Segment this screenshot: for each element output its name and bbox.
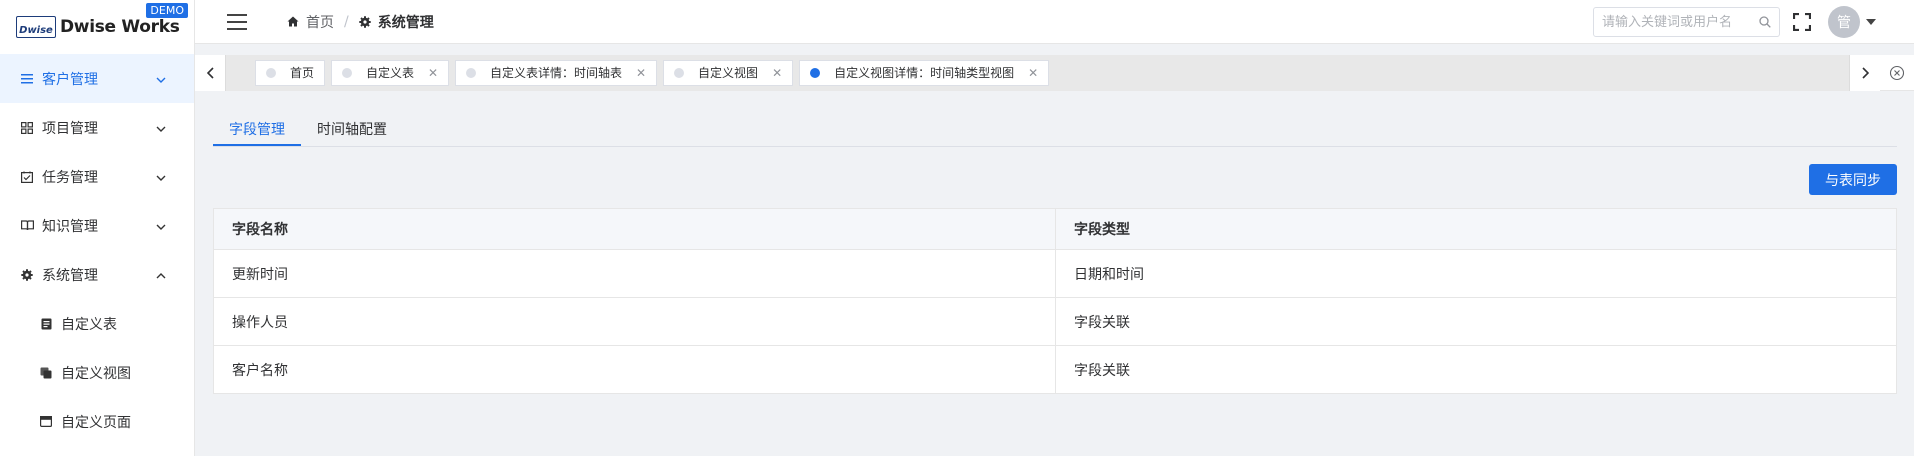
tag-label: 首页 [290, 66, 315, 80]
sidebar-item-label: 知识管理 [42, 218, 98, 235]
chevron-down-icon [156, 71, 166, 87]
breadcrumb: 首页 / 系统管理 [287, 12, 434, 32]
table-cell: 更新时间 [213, 249, 1056, 298]
home-icon [287, 16, 299, 27]
document-icon [39, 317, 53, 331]
table-cell: 操作人员 [213, 297, 1056, 346]
close-icon[interactable]: ✕ [772, 66, 782, 80]
chevron-down-icon [156, 218, 166, 234]
copy-icon [39, 366, 53, 380]
sidebar-subitem-custom-table[interactable]: 自定义表 [0, 299, 194, 348]
sidebar-item-label: 项目管理 [42, 120, 98, 137]
main-content: 字段管理 时间轴配置 与表同步 字段名称 字段类型 更新时间 日期和时间 操作人… [213, 113, 1897, 394]
top-header: 首页 / 系统管理 管 [195, 0, 1914, 44]
close-circle-icon [1889, 65, 1905, 80]
window-icon [39, 415, 53, 429]
tag-custom-view-detail[interactable]: 自定义视图详情：时间轴类型视图 ✕ [799, 59, 1050, 86]
table-header-row: 字段名称 字段类型 [213, 208, 1897, 250]
sidebar-subitem-label: 自定义视图 [61, 365, 131, 382]
sidebar-item-customer[interactable]: 客户管理 [0, 54, 194, 103]
app-title: Dwise Works [60, 17, 180, 37]
tab-field-management[interactable]: 字段管理 [213, 113, 301, 146]
fullscreen-icon[interactable] [1793, 12, 1811, 31]
menu-toggle-icon[interactable] [227, 13, 247, 30]
sidebar-subitem-custom-page[interactable]: 自定义页面 [0, 397, 194, 446]
table-cell: 字段关联 [1055, 345, 1897, 394]
chevron-up-icon [156, 267, 166, 283]
table-row[interactable]: 更新时间 日期和时间 [213, 249, 1897, 298]
list-icon [20, 72, 34, 86]
table-row[interactable]: 操作人员 字段关联 [213, 297, 1897, 346]
search-icon[interactable] [1759, 15, 1771, 28]
tag-label: 自定义视图详情：时间轴类型视图 [834, 66, 1015, 80]
table-cell: 字段关联 [1055, 297, 1897, 346]
gear-icon [359, 15, 371, 28]
table-cell: 客户名称 [213, 345, 1056, 394]
breadcrumb-current: 系统管理 [359, 12, 434, 32]
sync-with-table-button[interactable]: 与表同步 [1809, 164, 1897, 195]
tags-scroll-right[interactable] [1850, 54, 1880, 91]
tag-status-dot [810, 67, 821, 78]
table-row[interactable]: 客户名称 字段关联 [213, 345, 1897, 394]
sidebar-item-label: 系统管理 [42, 267, 98, 284]
sidebar-item-label: 任务管理 [42, 169, 98, 186]
tag-label: 自定义表 [366, 66, 415, 80]
logo-mark: Dwise [16, 16, 56, 38]
chevron-left-icon [206, 66, 214, 79]
header-right: 管 [1593, 5, 1876, 38]
tab-timeline-config[interactable]: 时间轴配置 [301, 113, 403, 146]
grid-icon [20, 121, 34, 135]
demo-badge: DEMO [146, 3, 188, 18]
sidebar-item-project[interactable]: 项目管理 [0, 103, 194, 152]
chevron-right-icon [1861, 66, 1869, 79]
search-input[interactable] [1602, 14, 1759, 29]
close-all-tags-button[interactable] [1880, 55, 1914, 91]
tag-home[interactable]: 首页 [255, 59, 326, 86]
sidebar-item-task[interactable]: 任务管理 [0, 152, 194, 201]
breadcrumb-separator: / [344, 13, 349, 30]
tag-label: 自定义表详情：时间轴表 [490, 66, 623, 80]
breadcrumb-label: 系统管理 [377, 14, 434, 31]
tag-custom-view[interactable]: 自定义视图 ✕ [663, 59, 794, 86]
tag-status-dot [266, 67, 276, 78]
column-header: 字段名称 [213, 208, 1056, 250]
chevron-down-icon [156, 120, 166, 136]
gear-icon [20, 268, 34, 282]
close-icon[interactable]: ✕ [636, 66, 646, 80]
close-icon[interactable]: ✕ [1028, 66, 1038, 80]
tag-status-dot [466, 67, 477, 78]
tags-scroll-left[interactable] [195, 54, 225, 91]
subtabs: 字段管理 时间轴配置 [213, 113, 1897, 147]
avatar[interactable]: 管 [1828, 5, 1860, 38]
tag-custom-table-detail[interactable]: 自定义表详情：时间轴表 ✕ [455, 59, 658, 86]
tag-status-dot [342, 67, 353, 78]
sidebar-item-label: 客户管理 [42, 71, 98, 88]
toolbar: 与表同步 [213, 164, 1897, 195]
check-square-icon [20, 170, 34, 184]
sidebar-item-knowledge[interactable]: 知识管理 [0, 201, 194, 250]
sidebar-subitem-label: 自定义页面 [61, 414, 131, 431]
search-box [1593, 6, 1780, 37]
sidebar-item-system[interactable]: 系统管理 [0, 250, 194, 299]
breadcrumb-home[interactable]: 首页 [287, 12, 334, 32]
column-header: 字段类型 [1055, 208, 1897, 250]
fields-table: 字段名称 字段类型 更新时间 日期和时间 操作人员 字段关联 客户名称 字段关联 [213, 208, 1897, 394]
tag-status-dot [674, 67, 685, 78]
tags-scroll: 首页 自定义表 ✕ 自定义表详情：时间轴表 ✕ 自定义视图 ✕ 自定义视图详情：… [225, 54, 1850, 91]
caret-down-icon[interactable] [1866, 18, 1876, 25]
tag-label: 自定义视图 [698, 66, 759, 80]
breadcrumb-label: 首页 [306, 14, 334, 31]
tags-bar: 首页 自定义表 ✕ 自定义表详情：时间轴表 ✕ 自定义视图 ✕ 自定义视图详情：… [195, 54, 1914, 91]
tag-custom-table[interactable]: 自定义表 ✕ [331, 59, 450, 86]
logo[interactable]: Dwise Dwise Works DEMO [0, 0, 194, 54]
sidebar-subitem-label: 自定义表 [61, 316, 117, 333]
sidebar-subitem-custom-view[interactable]: 自定义视图 [0, 348, 194, 397]
table-cell: 日期和时间 [1055, 249, 1897, 298]
book-icon [20, 219, 34, 233]
close-icon[interactable]: ✕ [428, 66, 438, 80]
sidebar: Dwise Dwise Works DEMO 客户管理 项目管理 任务管理 知识… [0, 0, 195, 456]
chevron-down-icon [156, 169, 166, 185]
